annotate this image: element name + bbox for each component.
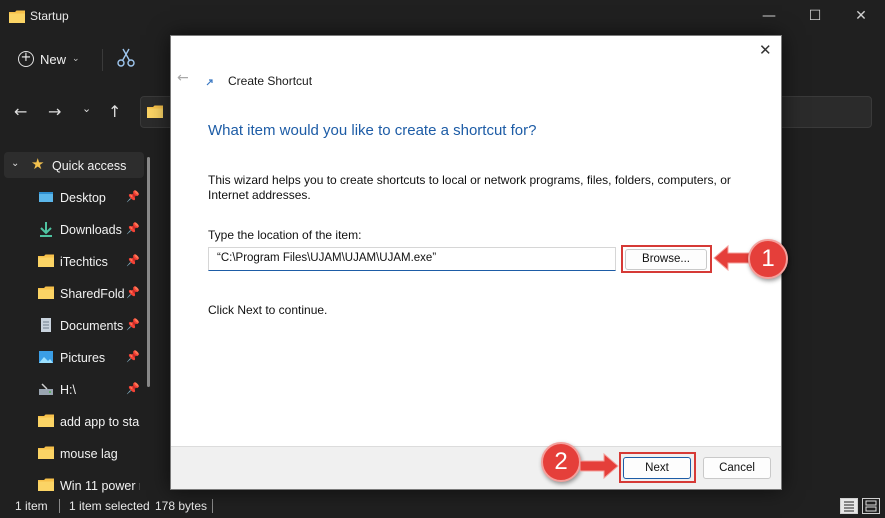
pictures-icon (39, 351, 53, 363)
explorer-titlebar: Startup — ☐ ✕ (0, 0, 885, 32)
selection-size: 178 bytes (155, 499, 208, 513)
sidebar-item-downloads[interactable]: Downloads 📌 (0, 216, 145, 242)
sidebar-item-sharedfolder[interactable]: SharedFolder 📌 (0, 280, 145, 306)
status-divider (212, 499, 213, 513)
download-icon (40, 222, 52, 237)
shortcut-arrow-icon (206, 79, 213, 86)
sidebar-item-add-app-to-startup[interactable]: add app to startup (0, 408, 145, 434)
folder-icon (9, 10, 25, 23)
dialog-title: Create Shortcut (228, 74, 313, 88)
sidebar-scrollbar[interactable] (147, 157, 150, 387)
sidebar-item-label: Quick access (52, 159, 127, 173)
forward-arrow-icon[interactable]: → (48, 102, 61, 121)
pin-icon: 📌 (126, 286, 140, 299)
maximize-button[interactable]: ☐ (804, 6, 826, 26)
drive-icon (39, 383, 53, 395)
cancel-button[interactable]: Cancel (703, 457, 771, 479)
folder-icon (38, 446, 54, 459)
pin-icon: 📌 (126, 382, 140, 395)
folder-icon (147, 105, 163, 118)
screen: Startup — ☐ ✕ + New ⌄ ← → ⌄ ↑ ⌄ ★ Quick … (0, 0, 885, 518)
details-view-button[interactable] (840, 498, 858, 514)
sidebar-item-pictures[interactable]: Pictures 📌 (0, 344, 145, 370)
folder-icon (38, 478, 54, 491)
toolbar-divider (102, 49, 103, 71)
pin-icon: 📌 (126, 254, 140, 267)
details-view-icon (844, 501, 854, 512)
star-icon: ★ (31, 155, 45, 173)
folder-icon (38, 414, 54, 427)
sidebar-item-h-drive[interactable]: H:\ 📌 (0, 376, 145, 402)
documents-icon (41, 318, 51, 332)
status-divider (59, 499, 60, 513)
sidebar-item-label: add app to startup (60, 415, 140, 429)
sidebar-item-itechtics[interactable]: iTechtics 📌 (0, 248, 145, 274)
selection-count: 1 item selected (69, 499, 150, 513)
desktop-icon (39, 192, 53, 202)
back-arrow-icon[interactable]: ← (177, 70, 189, 86)
item-count: 1 item (15, 499, 48, 513)
pin-icon: 📌 (126, 222, 140, 235)
close-window-button[interactable]: ✕ (850, 6, 872, 26)
location-label: Type the location of the item: (208, 228, 362, 242)
dialog-heading: What item would you like to create a sho… (208, 122, 537, 139)
dialog-description: This wizard helps you to create shortcut… (208, 173, 731, 202)
browse-button[interactable]: Browse... (625, 249, 707, 270)
chevron-down-icon: ⌄ (72, 54, 80, 64)
location-input[interactable]: “C:\Program Files\UJAM\UJAM\UJAM.exe” (208, 247, 616, 271)
cut-icon[interactable] (117, 48, 135, 68)
sidebar-item-mouse-lag[interactable]: mouse lag (0, 440, 145, 466)
step-1-badge: 1 (748, 239, 788, 279)
create-shortcut-dialog: ✕ ← Create Shortcut What item would you … (170, 35, 782, 490)
plus-icon: + (18, 51, 34, 67)
up-arrow-icon[interactable]: ↑ (108, 102, 121, 121)
recent-locations-icon[interactable]: ⌄ (82, 102, 91, 115)
status-bar: 1 item 1 item selected 178 bytes (0, 494, 885, 518)
pin-icon: 📌 (126, 350, 140, 363)
back-arrow-icon[interactable]: ← (14, 102, 27, 121)
sidebar-item-desktop[interactable]: Desktop 📌 (0, 184, 145, 210)
continue-hint: Click Next to continue. (208, 303, 328, 317)
navigation-pane: ⌄ ★ Quick access Desktop 📌 Downloads 📌 i… (0, 150, 150, 493)
sidebar-item-label: SharedFolder (60, 287, 124, 301)
tiles-view-button[interactable] (862, 498, 880, 514)
next-button[interactable]: Next (623, 457, 691, 479)
minimize-button[interactable]: — (758, 6, 780, 26)
step-1-arrow-icon (713, 244, 752, 272)
window-title: Startup (30, 9, 69, 23)
new-button[interactable]: + New ⌄ (18, 48, 80, 70)
new-button-label: New (40, 51, 67, 67)
sidebar-item-label: mouse lag (60, 447, 118, 461)
tiles-view-icon (865, 500, 877, 512)
chevron-down-icon: ⌄ (11, 158, 20, 169)
sidebar-item-label: Win 11 power r (60, 479, 140, 493)
folder-icon (38, 254, 54, 267)
step-2-arrow-icon (580, 452, 619, 480)
close-icon[interactable]: ✕ (759, 41, 772, 59)
sidebar-item-quick-access[interactable]: ⌄ ★ Quick access (4, 152, 144, 178)
step-2-badge: 2 (541, 442, 581, 482)
sidebar-item-documents[interactable]: Documents 📌 (0, 312, 145, 338)
folder-icon (38, 286, 54, 299)
pin-icon: 📌 (126, 318, 140, 331)
pin-icon: 📌 (126, 190, 140, 203)
